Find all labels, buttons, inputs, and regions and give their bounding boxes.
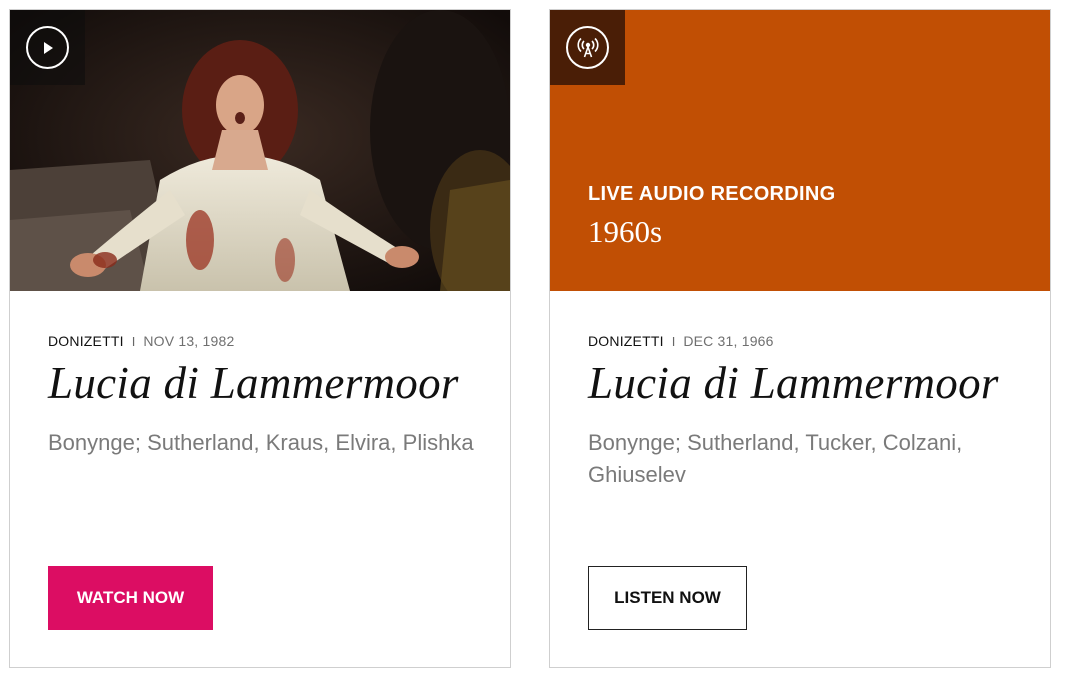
- opera-title[interactable]: Lucia di Lammermoor: [588, 357, 999, 409]
- performance-date: DEC 31, 1966: [683, 333, 774, 349]
- card-meta: DONIZETTI I NOV 13, 1982: [48, 333, 234, 349]
- audio-badge[interactable]: [550, 10, 625, 85]
- watch-now-button[interactable]: WATCH NOW: [48, 566, 213, 630]
- play-icon: [26, 26, 69, 69]
- performance-photo-container[interactable]: [10, 10, 510, 291]
- audio-hero-panel[interactable]: LIVE AUDIO RECORDING 1960s: [550, 10, 1050, 291]
- meta-separator: I: [131, 334, 136, 349]
- composer-name: DONIZETTI: [48, 333, 124, 349]
- card-body: DONIZETTI I NOV 13, 1982 Lucia di Lammermo…: [10, 291, 510, 667]
- cast-list: Bonynge; Sutherland, Kraus, Elvira, Plis…: [48, 430, 474, 455]
- performance-card-video: DONIZETTI I NOV 13, 1982 Lucia di Lammermo…: [9, 9, 511, 668]
- radio-broadcast-icon: [566, 26, 609, 69]
- composer-name: DONIZETTI: [588, 333, 664, 349]
- performance-cards-grid: DONIZETTI I NOV 13, 1982 Lucia di Lammermo…: [0, 0, 1076, 676]
- card-meta: DONIZETTI I DEC 31, 1966: [588, 333, 774, 349]
- performance-card-audio: LIVE AUDIO RECORDING 1960s DONIZETTI I DEC…: [549, 9, 1051, 668]
- performance-date: NOV 13, 1982: [143, 333, 235, 349]
- card-body: DONIZETTI I DEC 31, 1966 Lucia di Lammermo…: [550, 291, 1050, 667]
- performance-photo: [10, 10, 510, 291]
- cast-list: Bonynge; Sutherland, Tucker, Colzani, Gh…: [588, 430, 963, 487]
- audio-type-label: LIVE AUDIO RECORDING: [588, 183, 836, 205]
- meta-separator: I: [671, 334, 676, 349]
- video-badge[interactable]: [10, 10, 85, 85]
- listen-now-button[interactable]: LISTEN NOW: [588, 566, 747, 630]
- opera-title[interactable]: Lucia di Lammermoor: [48, 357, 459, 409]
- recording-decade: 1960s: [588, 214, 663, 249]
